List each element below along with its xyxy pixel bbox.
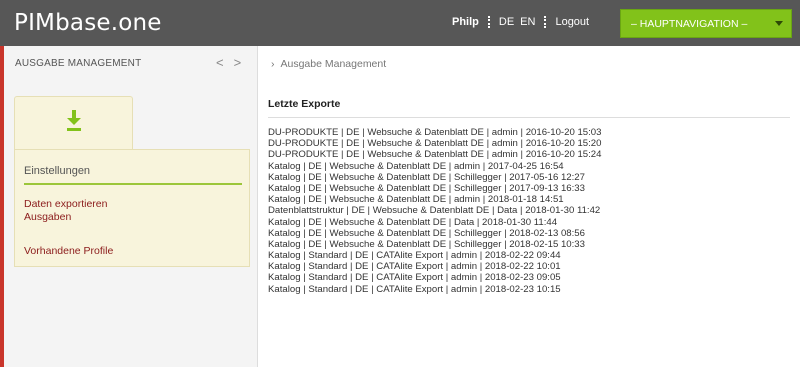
- download-icon: [67, 110, 81, 131]
- title-divider: [268, 117, 790, 118]
- nav-separator: [487, 16, 490, 28]
- export-item[interactable]: Katalog | DE | Websuche & Datenblatt DE …: [268, 183, 788, 194]
- chevron-right-icon: ›: [271, 58, 275, 70]
- export-item[interactable]: Katalog | DE | Websuche & Datenblatt DE …: [268, 194, 788, 205]
- download-tab[interactable]: [14, 96, 133, 150]
- export-item[interactable]: Katalog | DE | Websuche & Datenblatt DE …: [268, 239, 788, 250]
- sidebar-arrows: < >: [216, 55, 251, 70]
- export-item[interactable]: Katalog | DE | Websuche & Datenblatt DE …: [268, 161, 788, 172]
- link-ausgaben[interactable]: Ausgaben: [24, 211, 71, 223]
- link-vorhandene-profile[interactable]: Vorhandene Profile: [24, 245, 113, 257]
- top-header: PIMbase.one Philp DE EN Logout – HAUPTNA…: [0, 0, 800, 46]
- export-item[interactable]: DU-PRODUKTE | DE | Websuche & Datenblatt…: [268, 127, 788, 138]
- export-item[interactable]: Katalog | Standard | DE | CATAlite Expor…: [268, 284, 788, 295]
- logout-link[interactable]: Logout: [555, 16, 589, 28]
- export-item[interactable]: Datenblattstruktur | DE | Websuche & Dat…: [268, 205, 788, 216]
- section-title: Letzte Exporte: [268, 98, 341, 110]
- sidebar-title: AUSGABE MANAGEMENT: [15, 58, 142, 69]
- lang-en-link[interactable]: EN: [520, 16, 535, 28]
- settings-panel: Einstellungen Daten exportieren Ausgaben…: [14, 149, 250, 267]
- sidebar-edge-accent: [0, 46, 4, 367]
- export-item[interactable]: Katalog | DE | Websuche & Datenblatt DE …: [268, 217, 788, 228]
- link-daten-exportieren[interactable]: Daten exportieren: [24, 198, 107, 210]
- chevron-left-icon[interactable]: <: [216, 55, 224, 70]
- export-item[interactable]: Katalog | Standard | DE | CATAlite Expor…: [268, 261, 788, 272]
- export-item[interactable]: Katalog | Standard | DE | CATAlite Expor…: [268, 272, 788, 283]
- user-name[interactable]: Philp: [452, 16, 479, 28]
- export-item[interactable]: Katalog | DE | Websuche & Datenblatt DE …: [268, 172, 788, 183]
- export-item[interactable]: Katalog | DE | Websuche & Datenblatt DE …: [268, 228, 788, 239]
- export-item[interactable]: DU-PRODUKTE | DE | Websuche & Datenblatt…: [268, 138, 788, 149]
- caret-down-icon: [775, 21, 783, 26]
- nav-separator: [544, 16, 547, 28]
- app-logo[interactable]: PIMbase.one: [14, 10, 162, 36]
- user-nav: Philp DE EN Logout: [452, 16, 589, 28]
- lang-de-link[interactable]: DE: [499, 16, 514, 28]
- settings-title: Einstellungen: [24, 165, 91, 177]
- breadcrumb-item[interactable]: Ausgabe Management: [281, 58, 387, 70]
- main-navigation-dropdown[interactable]: – HAUPTNAVIGATION –: [620, 9, 792, 38]
- main-navigation-label: – HAUPTNAVIGATION –: [631, 17, 748, 30]
- exports-list: DU-PRODUKTE | DE | Websuche & Datenblatt…: [268, 127, 788, 295]
- breadcrumb: › Ausgabe Management: [271, 58, 386, 70]
- settings-divider: [24, 183, 242, 185]
- export-item[interactable]: DU-PRODUKTE | DE | Websuche & Datenblatt…: [268, 149, 788, 160]
- chevron-right-icon[interactable]: >: [234, 55, 242, 70]
- export-item[interactable]: Katalog | Standard | DE | CATAlite Expor…: [268, 250, 788, 261]
